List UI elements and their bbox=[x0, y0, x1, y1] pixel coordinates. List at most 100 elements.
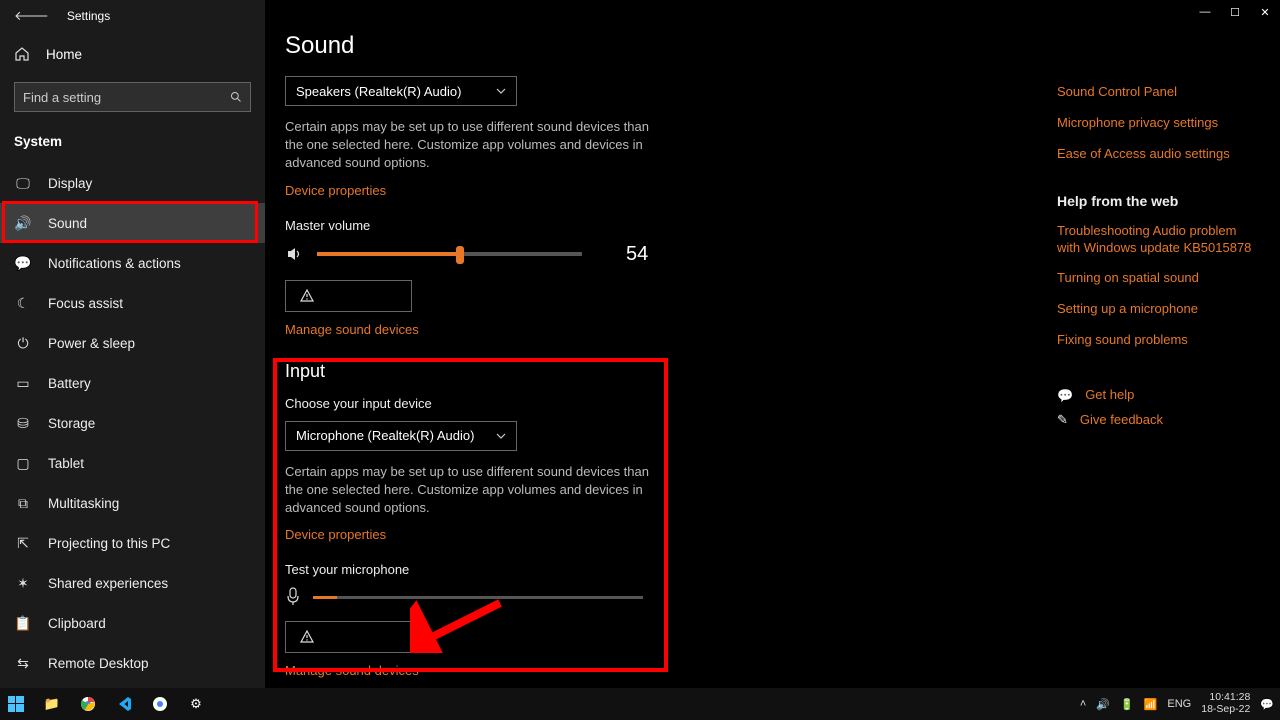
troubleshoot-label: Troubleshoot bbox=[322, 288, 397, 303]
file-explorer-icon[interactable]: 📁 bbox=[42, 694, 62, 714]
tray-chevron-icon[interactable]: ˄ bbox=[1080, 698, 1086, 710]
multitasking-icon: ⧉ bbox=[14, 495, 32, 512]
sidebar-home[interactable]: Home bbox=[0, 32, 265, 76]
sidebar-item-tablet[interactable]: ▢Tablet bbox=[0, 443, 265, 483]
sidebar-item-clipboard[interactable]: 📋 Clipboard bbox=[0, 603, 265, 643]
sidebar-item-label: Clipboard bbox=[48, 616, 106, 631]
help-link-4[interactable]: Fixing sound problems bbox=[1057, 332, 1252, 349]
power-icon: ⏻ bbox=[14, 335, 32, 352]
warning-icon bbox=[300, 630, 314, 644]
search-placeholder: Find a setting bbox=[23, 90, 101, 105]
sidebar-item-display[interactable]: 🖵 Display bbox=[0, 163, 265, 203]
chrome-icon[interactable] bbox=[78, 694, 98, 714]
get-help-row[interactable]: 💬 Get help bbox=[1057, 387, 1252, 404]
sidebar-item-notifications[interactable]: 💬 Notifications & actions bbox=[0, 243, 265, 283]
sidebar-item-label: Remote Desktop bbox=[48, 656, 149, 671]
tablet-icon: ▢ bbox=[14, 455, 32, 472]
input-device-properties-link[interactable]: Device properties bbox=[285, 527, 386, 542]
notifications-icon: 💬 bbox=[14, 255, 32, 272]
sound-icon: 🔊 bbox=[14, 215, 32, 232]
sidebar-item-projecting[interactable]: ⇱ Projecting to this PC bbox=[0, 523, 265, 563]
microphone-icon bbox=[285, 587, 301, 607]
search-input[interactable]: Find a setting bbox=[14, 82, 251, 112]
display-icon: 🖵 bbox=[14, 175, 32, 192]
battery-icon: ▭ bbox=[14, 375, 32, 392]
page-title: Sound bbox=[285, 32, 1280, 60]
chevron-down-icon bbox=[496, 431, 506, 441]
window-title: Settings bbox=[67, 9, 110, 23]
sidebar-item-shared[interactable]: ✶ Shared experiences bbox=[0, 563, 265, 603]
output-troubleshoot-button[interactable]: Troubleshoot bbox=[285, 280, 412, 312]
input-troubleshoot-button[interactable]: Troubleshoot bbox=[285, 621, 412, 653]
sidebar-item-multitasking[interactable]: ⧉ Multitasking bbox=[0, 483, 265, 523]
tray-lang[interactable]: ENG bbox=[1167, 698, 1191, 710]
home-icon bbox=[14, 46, 30, 62]
notification-center-icon[interactable]: 💬 bbox=[1260, 698, 1274, 711]
sidebar-item-label: Storage bbox=[48, 416, 95, 431]
feedback-row[interactable]: ✎ Give feedback bbox=[1057, 412, 1252, 429]
help-link-2[interactable]: Turning on spatial sound bbox=[1057, 270, 1252, 287]
sidebar-item-label: Shared experiences bbox=[48, 576, 168, 591]
main-content: — ☐ ✕ Sound Choose your output device Sp… bbox=[265, 0, 1280, 688]
minimize-button[interactable]: — bbox=[1190, 0, 1220, 24]
shared-icon: ✶ bbox=[14, 575, 32, 592]
warning-icon bbox=[300, 289, 314, 303]
ease-of-access-link[interactable]: Ease of Access audio settings bbox=[1057, 146, 1252, 163]
input-device-select[interactable]: Microphone (Realtek(R) Audio) bbox=[285, 421, 517, 451]
output-device-select[interactable]: Speakers (Realtek(R) Audio) bbox=[285, 76, 517, 106]
sidebar-item-label: Display bbox=[48, 176, 92, 191]
sidebar-item-battery[interactable]: ▭ Battery bbox=[0, 363, 265, 403]
sidebar-item-label: Projecting to this PC bbox=[48, 536, 170, 551]
projecting-icon: ⇱ bbox=[14, 535, 32, 552]
sound-control-panel-link[interactable]: Sound Control Panel bbox=[1057, 84, 1252, 101]
focus-icon: ☾ bbox=[14, 295, 32, 312]
clock[interactable]: 10:41:28 18-Sep-22 bbox=[1201, 692, 1250, 715]
help-link-3[interactable]: Setting up a microphone bbox=[1057, 301, 1252, 318]
volume-slider[interactable] bbox=[317, 252, 582, 256]
maximize-button[interactable]: ☐ bbox=[1220, 0, 1250, 24]
chrome-canary-icon[interactable] bbox=[150, 694, 170, 714]
chevron-down-icon bbox=[496, 86, 506, 96]
sidebar-item-label: Battery bbox=[48, 376, 91, 391]
input-manage-link[interactable]: Manage sound devices bbox=[285, 663, 419, 678]
vscode-icon[interactable] bbox=[114, 694, 134, 714]
sidebar-item-sound[interactable]: 🔊 Sound bbox=[0, 203, 265, 243]
output-device-properties-link[interactable]: Device properties bbox=[285, 183, 386, 198]
tray-battery-icon[interactable]: 🔋 bbox=[1120, 698, 1134, 711]
mic-privacy-link[interactable]: Microphone privacy settings bbox=[1057, 115, 1252, 132]
output-manage-link[interactable]: Manage sound devices bbox=[285, 322, 419, 337]
clipboard-icon: 📋 bbox=[14, 615, 32, 632]
test-mic-label: Test your microphone bbox=[285, 562, 1280, 577]
get-help-link: Get help bbox=[1085, 387, 1134, 404]
sidebar-item-power[interactable]: ⏻Power & sleep bbox=[0, 323, 265, 363]
help-icon: 💬 bbox=[1057, 388, 1073, 404]
search-icon bbox=[230, 91, 242, 103]
settings-taskbar-icon[interactable]: ⚙ bbox=[186, 694, 206, 714]
storage-icon: ⛁ bbox=[14, 415, 32, 432]
sidebar-item-label: Sound bbox=[48, 216, 87, 231]
tray-wifi-icon[interactable]: 📶 bbox=[1144, 698, 1158, 711]
input-description: Certain apps may be set up to use differ… bbox=[285, 463, 655, 518]
sidebar-item-label: Multitasking bbox=[48, 496, 119, 511]
sidebar-item-storage[interactable]: ⛁ Storage bbox=[0, 403, 265, 443]
output-device-value: Speakers (Realtek(R) Audio) bbox=[296, 84, 461, 99]
sidebar-item-label: Notifications & actions bbox=[48, 256, 181, 271]
sidebar: 🡐 Settings Home Find a setting System 🖵 D… bbox=[0, 0, 265, 688]
back-icon[interactable]: 🡐 bbox=[14, 8, 49, 24]
sidebar-item-remote[interactable]: ⇆ Remote Desktop bbox=[0, 643, 265, 683]
help-link-1[interactable]: Troubleshooting Audio problem with Windo… bbox=[1057, 223, 1252, 257]
troubleshoot-label: Troubleshoot bbox=[322, 630, 397, 645]
sidebar-item-focus[interactable]: ☾Focus assist bbox=[0, 283, 265, 323]
window-controls: — ☐ ✕ bbox=[1190, 0, 1280, 24]
start-button[interactable] bbox=[6, 694, 26, 714]
feedback-icon: ✎ bbox=[1057, 412, 1068, 428]
remote-icon: ⇆ bbox=[14, 655, 32, 672]
section-label: System bbox=[0, 124, 265, 163]
output-choose-label: Choose your output device bbox=[285, 64, 1280, 66]
input-device-value: Microphone (Realtek(R) Audio) bbox=[296, 428, 474, 443]
feedback-link: Give feedback bbox=[1080, 412, 1163, 429]
tray-speaker-icon[interactable]: 🔊 bbox=[1096, 698, 1110, 711]
home-label: Home bbox=[46, 47, 82, 62]
speaker-icon bbox=[285, 245, 303, 263]
close-button[interactable]: ✕ bbox=[1250, 0, 1280, 24]
